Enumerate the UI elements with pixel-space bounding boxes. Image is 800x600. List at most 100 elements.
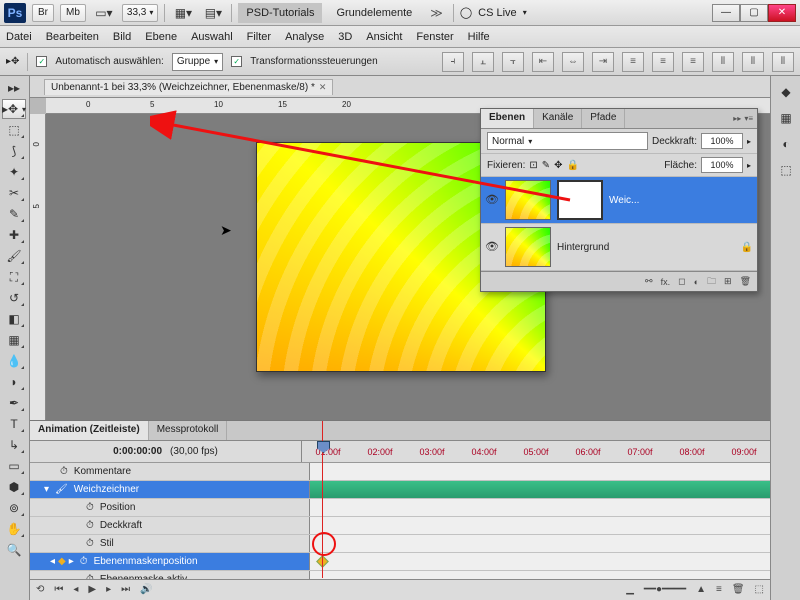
tab-kanaele[interactable]: Kanäle bbox=[534, 109, 582, 128]
blend-mode-select[interactable]: Normal bbox=[487, 132, 648, 150]
auto-select-dropdown[interactable]: Gruppe bbox=[172, 53, 223, 71]
menu-analyse[interactable]: Analyse bbox=[285, 31, 324, 43]
menu-bild[interactable]: Bild bbox=[113, 31, 131, 43]
workspace-tab-psd[interactable]: PSD-Tutorials bbox=[238, 3, 322, 23]
distribute-3-icon[interactable]: ≡ bbox=[682, 52, 704, 72]
marquee-tool[interactable]: ⬚ bbox=[2, 120, 26, 140]
minimize-button[interactable]: — bbox=[712, 4, 740, 22]
color-panel-icon[interactable]: ◆ bbox=[774, 82, 798, 102]
audio-icon[interactable]: 🔊 bbox=[140, 584, 152, 595]
menu-fenster[interactable]: Fenster bbox=[416, 31, 453, 43]
adjustment-icon[interactable]: ◐ bbox=[694, 277, 699, 287]
menu-datei[interactable]: Datei bbox=[6, 31, 32, 43]
close-button[interactable]: ✕ bbox=[768, 4, 796, 22]
distribute-6-icon[interactable]: ⦀ bbox=[772, 52, 794, 72]
type-tool[interactable]: T bbox=[2, 414, 26, 434]
fill-input[interactable]: 100% bbox=[701, 157, 743, 173]
path-tool[interactable]: ↳ bbox=[2, 435, 26, 455]
menu-3d[interactable]: 3D bbox=[338, 31, 352, 43]
lock-all-icon[interactable]: 🔒 bbox=[567, 160, 579, 171]
menu-ansicht[interactable]: Ansicht bbox=[366, 31, 402, 43]
menu-ebene[interactable]: Ebene bbox=[145, 31, 177, 43]
panel-collapse-icon[interactable]: ▸▸ bbox=[733, 114, 741, 123]
layer-thumbnail[interactable] bbox=[505, 227, 551, 267]
goto-start-icon[interactable]: ⏮ bbox=[54, 584, 63, 595]
distribute-5-icon[interactable]: ⦀ bbox=[742, 52, 764, 72]
layer-row-weichzeichner[interactable]: 👁 Weic... bbox=[481, 177, 757, 224]
group-icon[interactable]: 🗀 bbox=[707, 274, 716, 290]
timeline-row-comments[interactable]: ⏱Kommentare bbox=[30, 463, 770, 481]
play-icon[interactable]: ▶ bbox=[88, 584, 96, 595]
timeline-row-style[interactable]: ⏱Stil bbox=[30, 535, 770, 553]
timeline-row-group[interactable]: ▾🖌Weichzeichner bbox=[30, 481, 770, 499]
eyedropper-tool[interactable]: ✎ bbox=[2, 204, 26, 224]
minibridge-button[interactable]: Mb bbox=[60, 4, 86, 22]
swatches-panel-icon[interactable]: ▦ bbox=[774, 108, 798, 128]
screen-mode-icon[interactable]: ▭▾ bbox=[92, 3, 116, 23]
new-layer-icon[interactable]: ⊞ bbox=[724, 276, 732, 287]
keyframe-diamond-icon[interactable]: ◆ bbox=[58, 556, 66, 567]
zoom-select[interactable]: 33,3 bbox=[122, 4, 158, 22]
trash-icon[interactable]: 🗑 bbox=[740, 276, 751, 287]
panel-menu-icon[interactable]: ▾≡ bbox=[744, 114, 753, 123]
layer-mask-thumbnail[interactable] bbox=[557, 180, 603, 220]
current-time[interactable]: 0:00:00:00 bbox=[113, 446, 162, 457]
lasso-tool[interactable]: ⟆ bbox=[2, 141, 26, 161]
extras-icon[interactable]: ▤▾ bbox=[201, 3, 225, 23]
fx-icon[interactable]: fx. bbox=[661, 277, 671, 287]
timeline-ruler[interactable]: 01:00f 02:00f 03:00f 04:00f 05:00f 06:00… bbox=[302, 447, 770, 457]
close-tab-icon[interactable]: ✕ bbox=[319, 82, 327, 93]
distribute-2-icon[interactable]: ≡ bbox=[652, 52, 674, 72]
align-bottom-icon[interactable]: ⫟ bbox=[502, 52, 524, 72]
layer-thumbnail[interactable] bbox=[505, 180, 551, 220]
shape-tool[interactable]: ▭ bbox=[2, 456, 26, 476]
hand-tool[interactable]: ✋ bbox=[2, 519, 26, 539]
mask-icon[interactable]: ◻ bbox=[678, 276, 685, 287]
visibility-icon[interactable]: 👁 bbox=[485, 193, 499, 207]
3d-camera-tool[interactable]: ⊚ bbox=[2, 498, 26, 518]
brush-tool[interactable]: 🖌 bbox=[2, 246, 26, 266]
healing-tool[interactable]: ✚ bbox=[2, 225, 26, 245]
layers-panel[interactable]: Ebenen Kanäle Pfade ▸▸▾≡ Normal Deckkraf… bbox=[480, 108, 758, 292]
dodge-tool[interactable]: ◗ bbox=[2, 372, 26, 392]
visibility-icon[interactable]: 👁 bbox=[485, 240, 499, 254]
align-left-icon[interactable]: ⇤ bbox=[532, 52, 554, 72]
wand-tool[interactable]: ✦ bbox=[2, 162, 26, 182]
layers-panel-icon[interactable]: ⬚ bbox=[774, 160, 798, 180]
document-tab[interactable]: Unbenannt-1 bei 33,3% (Weichzeichner, Eb… bbox=[44, 79, 333, 95]
timeline-row-position[interactable]: ⏱Position bbox=[30, 499, 770, 517]
align-hcenter-icon[interactable]: ⇔ bbox=[562, 52, 584, 72]
link-icon[interactable]: ⚯ bbox=[645, 276, 653, 287]
timeline-row-maskact[interactable]: ⏱Ebenenmaske aktiv. bbox=[30, 571, 770, 579]
tab-pfade[interactable]: Pfade bbox=[582, 109, 625, 128]
align-right-icon[interactable]: ⇥ bbox=[592, 52, 614, 72]
timeline-row-maskpos[interactable]: ◂ ◆ ▸ ⏱ Ebenenmaskenposition bbox=[30, 553, 770, 571]
layer-row-hintergrund[interactable]: 👁 Hintergrund 🔒 bbox=[481, 224, 757, 271]
next-frame-icon[interactable]: ▸ bbox=[106, 584, 111, 595]
zoom-out-icon[interactable]: ▁ bbox=[626, 584, 634, 595]
next-keyframe-icon[interactable]: ▸ bbox=[69, 556, 74, 567]
3d-tool[interactable]: ⬢ bbox=[2, 477, 26, 497]
prev-keyframe-icon[interactable]: ◂ bbox=[50, 556, 55, 567]
zoom-in-icon[interactable]: ▲ bbox=[696, 584, 706, 595]
tab-ebenen[interactable]: Ebenen bbox=[481, 109, 534, 128]
arrange-icon[interactable]: ▦▾ bbox=[171, 3, 195, 23]
keyframe[interactable] bbox=[316, 555, 329, 568]
convert-icon[interactable]: ⬚ bbox=[755, 584, 764, 595]
stopwatch-icon[interactable]: ⏱ bbox=[86, 538, 94, 549]
align-top-icon[interactable]: ⫞ bbox=[442, 52, 464, 72]
blur-tool[interactable]: 💧 bbox=[2, 351, 26, 371]
tab-messprotokoll[interactable]: Messprotokoll bbox=[149, 421, 228, 440]
collapse-icon[interactable]: ▸▸ bbox=[2, 78, 26, 98]
lock-position-icon[interactable]: ✥ bbox=[554, 160, 562, 171]
stopwatch-icon[interactable]: ⏱ bbox=[86, 520, 94, 531]
transform-checkbox[interactable]: ✓ bbox=[231, 56, 242, 67]
onion-skin-icon[interactable]: ≡ bbox=[716, 584, 722, 595]
zoom-tool[interactable]: 🔍 bbox=[2, 540, 26, 560]
opacity-input[interactable]: 100% bbox=[701, 133, 743, 149]
crop-tool[interactable]: ✂ bbox=[2, 183, 26, 203]
frame-convert-icon[interactable]: ⟲ bbox=[36, 584, 44, 595]
move-tool[interactable]: ▸✥ bbox=[2, 99, 26, 119]
menu-hilfe[interactable]: Hilfe bbox=[468, 31, 490, 43]
lock-pixels-icon[interactable]: ✎ bbox=[542, 160, 550, 171]
